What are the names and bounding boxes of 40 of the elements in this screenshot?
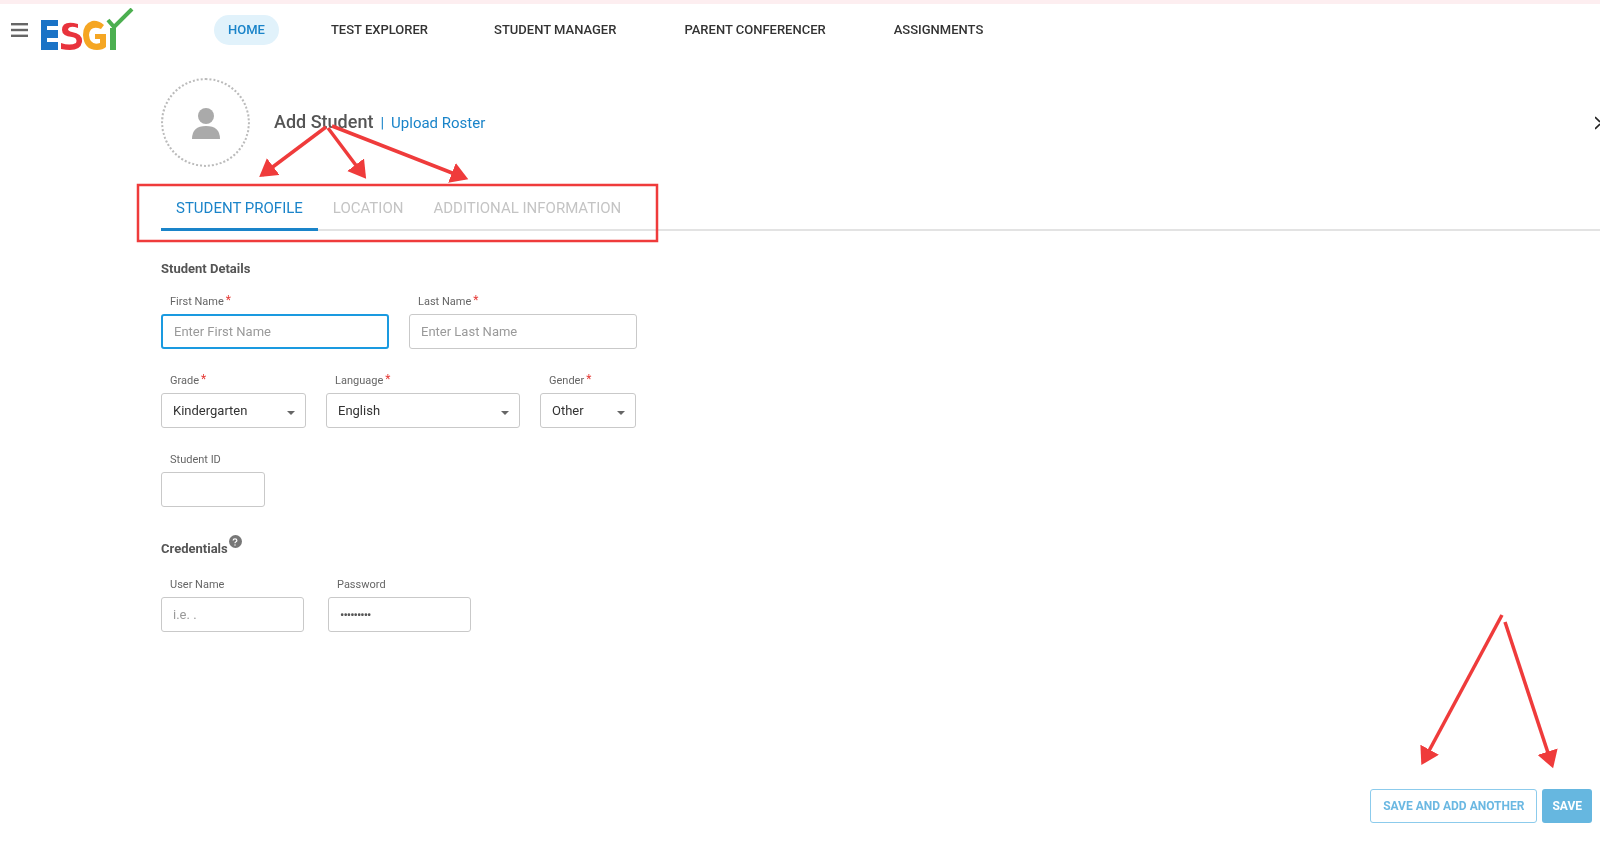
dropdown[interactable]: Other <box>540 393 636 428</box>
dropdown[interactable]: English <box>326 393 520 428</box>
field-label: Last Name <box>418 294 472 310</box>
nav-link[interactable]: PARENT CONFERENCER <box>684 15 826 45</box>
nav-link[interactable]: TEST EXPLORER <box>330 15 429 45</box>
person-icon <box>189 106 222 139</box>
input-field[interactable]: ••••••••• <box>328 596 471 632</box>
dropdown[interactable]: Kindergarten <box>161 393 306 428</box>
section-title: Credentials <box>161 540 228 558</box>
required-asterisk: * <box>201 373 207 385</box>
input-field[interactable]: Enter First Name <box>161 314 389 349</box>
section-title: Student Details <box>161 259 252 278</box>
field-label: User Name <box>170 576 225 593</box>
required-asterisk: * <box>586 373 592 385</box>
required-asterisk: * <box>473 294 479 306</box>
separator: | <box>380 113 385 134</box>
input-field[interactable]: i.e. . <box>161 596 304 632</box>
field-label: Password <box>337 576 386 593</box>
field-label: Language <box>335 373 384 389</box>
nav-link[interactable]: STUDENT MANAGER <box>494 15 617 45</box>
menu-icon[interactable] <box>11 23 28 37</box>
nav-link[interactable]: HOME <box>214 15 279 45</box>
upload-roster-link[interactable]: Upload Roster <box>391 112 486 135</box>
help-icon[interactable] <box>228 535 242 548</box>
caret-icon <box>501 410 509 415</box>
caret-icon <box>617 410 625 415</box>
nav-link[interactable]: ASSIGNMENTS <box>893 15 984 45</box>
field-label: First Name <box>170 294 224 310</box>
field-label: Grade <box>170 373 200 389</box>
tab[interactable]: STUDENT PROFILE <box>161 191 318 231</box>
close-icon[interactable] <box>1595 116 1600 130</box>
avatar-placeholder[interactable] <box>161 78 250 167</box>
field-label: Gender <box>549 373 585 389</box>
required-asterisk: * <box>225 294 231 306</box>
page-title: Add Student <box>274 110 374 134</box>
input-field[interactable]: Enter Last Name <box>409 314 637 349</box>
input-field[interactable] <box>161 472 265 507</box>
required-asterisk: * <box>385 373 391 385</box>
field-label: Student ID <box>170 452 221 468</box>
caret-icon <box>287 410 295 415</box>
